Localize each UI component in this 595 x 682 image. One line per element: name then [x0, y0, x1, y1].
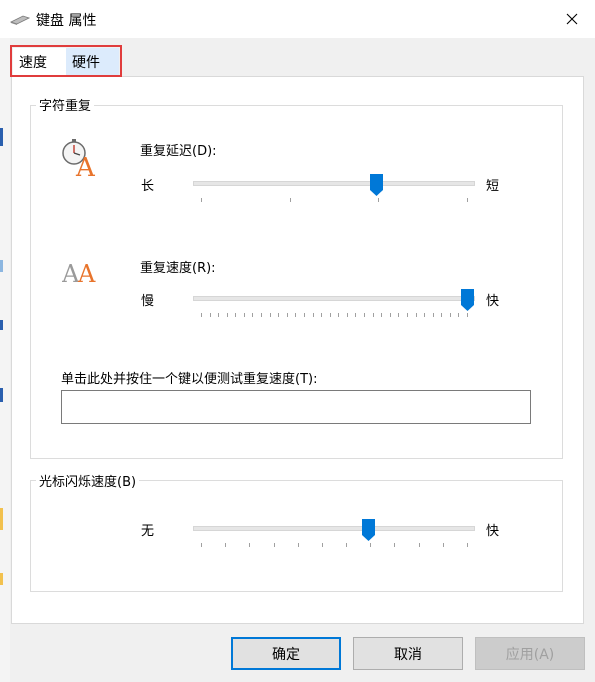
slider-tick: [321, 313, 323, 317]
repeat-delay-slider-thumb[interactable]: [370, 174, 384, 196]
char-repeat-group-label: 字符重复: [36, 95, 95, 114]
slider-tick: [458, 313, 460, 317]
slider-tick: [273, 543, 275, 547]
slider-tick: [370, 543, 372, 547]
svg-text:A: A: [77, 260, 96, 286]
slider-tick: [346, 313, 348, 317]
slider-tick: [235, 313, 237, 317]
slider-tick: [432, 313, 434, 317]
apply-button[interactable]: 应用(A): [475, 637, 585, 670]
repeat-rate-slider-track[interactable]: [193, 296, 475, 301]
slider-tick: [295, 313, 297, 317]
slider-tick: [418, 543, 420, 547]
slider-tick: [467, 198, 468, 202]
slider-tick: [364, 313, 366, 317]
test-repeat-input[interactable]: [61, 390, 531, 424]
repeat-rate-icon: A A: [62, 260, 96, 286]
slider-tick: [225, 543, 227, 547]
slider-tick: [303, 313, 305, 317]
background-window-edge: [0, 38, 10, 682]
slider-tick: [338, 313, 340, 317]
slider-tick: [243, 313, 245, 317]
slider-tick: [355, 313, 357, 317]
slider-tick: [415, 313, 417, 317]
cursor-blink-ticks: [193, 543, 475, 549]
ok-button[interactable]: 确定: [231, 637, 341, 670]
cursor-blink-group: [30, 480, 563, 592]
slider-tick: [297, 543, 299, 547]
slider-tick: [252, 313, 254, 317]
repeat-delay-slider-track[interactable]: [193, 181, 475, 186]
slider-tick: [398, 313, 400, 317]
repeat-delay-icon: A: [62, 139, 96, 178]
svg-text:A: A: [75, 153, 96, 178]
slider-tick: [249, 543, 251, 547]
slider-tick: [441, 313, 443, 317]
slider-tick: [209, 313, 211, 317]
slider-tick: [312, 313, 314, 317]
repeat-rate-label: 重复速度(R):: [140, 261, 216, 276]
cancel-button[interactable]: 取消: [353, 637, 463, 670]
slider-tick: [424, 313, 426, 317]
slider-tick: [201, 543, 202, 547]
slider-tick: [201, 313, 202, 317]
close-button[interactable]: [549, 0, 595, 38]
repeat-rate-min-label: 慢: [141, 294, 155, 309]
repeat-rate-ticks: [193, 313, 475, 319]
slider-tick: [201, 198, 202, 202]
slider-tick: [394, 543, 396, 547]
repeat-delay-min-label: 长: [141, 179, 155, 194]
slider-tick: [378, 198, 380, 202]
slider-tick: [406, 313, 408, 317]
cursor-blink-group-label: 光标闪烁速度(B): [36, 471, 140, 490]
slider-tick: [467, 543, 468, 547]
repeat-delay-label: 重复延迟(D):: [140, 144, 217, 159]
repeat-rate-max-label: 快: [486, 294, 500, 309]
slider-tick: [381, 313, 383, 317]
title-bar: 键盘 属性: [0, 0, 595, 38]
test-repeat-label: 单击此处并按住一个键以便测试重复速度(T):: [61, 372, 318, 387]
cursor-blink-max-label: 快: [486, 524, 500, 539]
tab-highlight-box: [10, 45, 122, 77]
repeat-delay-max-label: 短: [486, 179, 500, 194]
slider-tick: [389, 313, 391, 317]
repeat-rate-slider-thumb[interactable]: [460, 289, 474, 311]
slider-tick: [289, 198, 291, 202]
slider-tick: [372, 313, 374, 317]
cursor-blink-min-label: 无: [141, 524, 155, 539]
slider-tick: [329, 313, 331, 317]
slider-tick: [218, 313, 220, 317]
slider-tick: [286, 313, 288, 317]
slider-tick: [278, 313, 280, 317]
slider-tick: [261, 313, 263, 317]
slider-tick: [467, 313, 468, 317]
close-icon: [566, 13, 578, 25]
slider-tick: [442, 543, 444, 547]
keyboard-icon: [10, 15, 30, 25]
cursor-blink-slider-track[interactable]: [193, 526, 475, 531]
window-title: 键盘 属性: [36, 13, 97, 29]
slider-tick: [269, 313, 271, 317]
repeat-delay-ticks: [193, 198, 475, 204]
slider-tick: [346, 543, 348, 547]
slider-tick: [449, 313, 451, 317]
slider-tick: [226, 313, 228, 317]
slider-tick: [321, 543, 323, 547]
cursor-blink-slider-thumb[interactable]: [362, 519, 376, 541]
